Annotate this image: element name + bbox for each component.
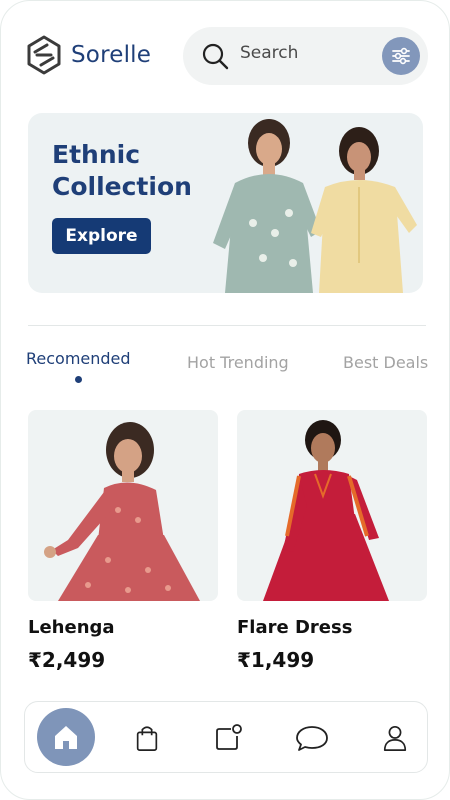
search-bar[interactable]: Search <box>183 27 428 85</box>
product-photo-lehenga <box>44 422 200 601</box>
profile-icon <box>383 725 407 751</box>
brand-logo[interactable]: Sorelle <box>25 35 151 75</box>
banner-models-image <box>213 119 417 293</box>
product-image[interactable] <box>28 410 218 601</box>
tab-label: Best Deals <box>343 353 429 372</box>
app-frame: Sorelle Search Ethnic Collection Explore <box>0 0 450 800</box>
category-tabs: Recomended Hot Trending Best Deals <box>1 349 449 389</box>
product-price: ₹2,499 <box>28 648 106 672</box>
bottom-nav <box>24 701 428 773</box>
section-divider <box>28 325 426 326</box>
product-image[interactable] <box>237 410 427 601</box>
explore-button[interactable]: Explore <box>52 218 151 254</box>
chat-icon <box>296 726 328 751</box>
nav-home[interactable] <box>37 708 95 766</box>
nav-profile[interactable] <box>367 710 423 766</box>
brand-name: Sorelle <box>71 42 152 68</box>
home-icon <box>55 726 77 749</box>
nav-notifications[interactable] <box>200 710 256 766</box>
search-input[interactable]: Search <box>240 43 298 63</box>
promo-banner[interactable]: Ethnic Collection Explore <box>28 113 423 293</box>
product-name[interactable]: Lehenga <box>28 617 218 638</box>
product-price: ₹1,499 <box>237 648 315 672</box>
tab-best-deals[interactable]: Best Deals <box>343 353 428 372</box>
nav-chat[interactable] <box>284 710 340 766</box>
nav-shop[interactable] <box>119 710 175 766</box>
shopping-bag-icon <box>136 726 158 751</box>
filter-icon <box>392 47 410 65</box>
logo-icon <box>27 35 61 75</box>
tab-recommended[interactable]: Recomended <box>26 349 131 383</box>
notification-icon <box>216 724 242 750</box>
tab-label: Hot Trending <box>187 353 289 372</box>
filter-button[interactable] <box>382 37 420 75</box>
active-tab-indicator <box>75 376 83 383</box>
product-card[interactable]: Flare Dress ₹1,499 <box>237 410 427 672</box>
product-card[interactable]: Lehenga ₹2,499 <box>28 410 218 672</box>
product-name[interactable]: Flare Dress <box>237 617 427 638</box>
search-icon <box>202 43 229 70</box>
tab-hot-trending[interactable]: Hot Trending <box>187 353 289 372</box>
banner-title: Ethnic Collection <box>52 140 192 201</box>
product-photo-flare-dress <box>263 420 389 601</box>
tab-label: Recomended <box>26 349 131 368</box>
